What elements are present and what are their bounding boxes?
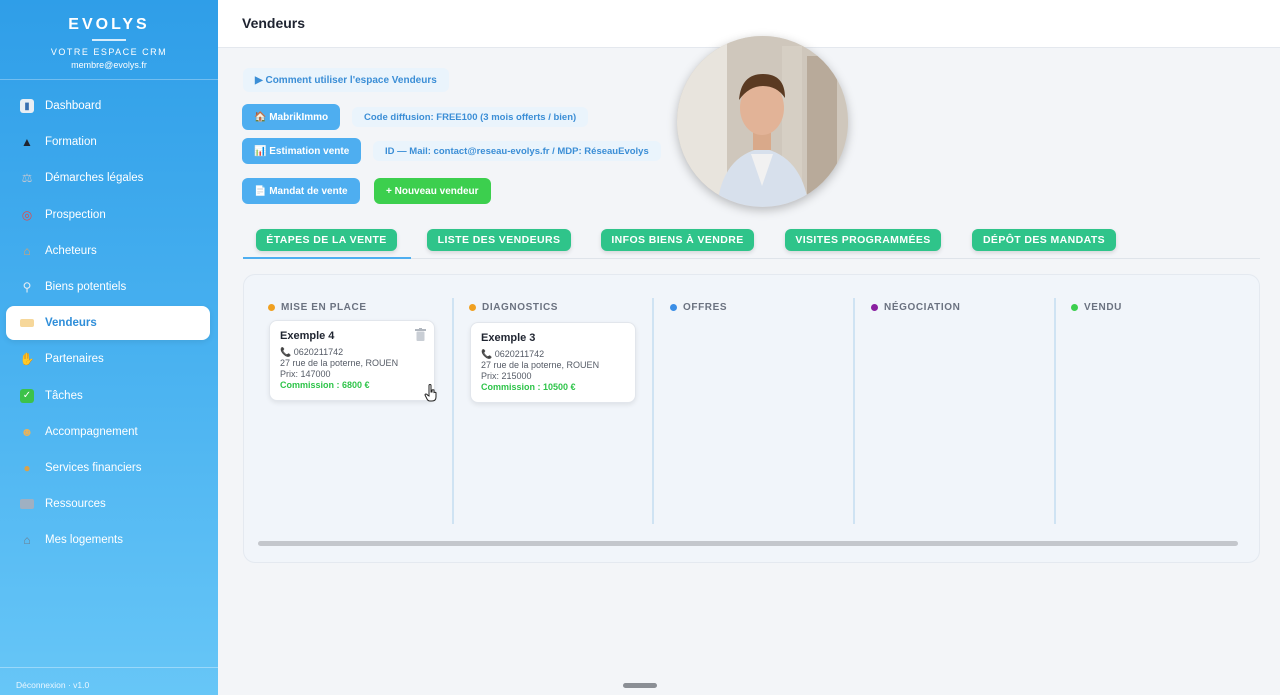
tab-infos-biens[interactable]: INFOS BIENS À VENDRE [601,229,754,251]
sidebar-item-label: Accompagnement [45,425,138,438]
mabrikimmo-info: Code diffusion: FREE100 (3 mois offerts … [352,107,589,127]
houses-icon: ⌂ [23,533,31,548]
sidebar-item-label: Démarches légales [45,172,144,185]
sidebar-item-mes-logements[interactable]: ⌂ Mes logements [6,523,210,557]
sidebar-item-label: Ressources [45,498,106,511]
mabrikimmo-button[interactable]: 🏠 MabrikImmo [242,104,341,130]
magnifier-icon: ⚲ [22,279,32,294]
column-vendu: VENDU [1046,298,1246,524]
card-phone: 📞 0620211742 [481,349,545,359]
new-seller-button[interactable]: + Nouveau vendeur [374,178,491,204]
horizontal-scrollbar[interactable] [258,541,1238,546]
tab-visites-programmees[interactable]: VISITES PROGRAMMÉES [785,229,941,251]
sidebar-item-label: Formation [45,136,97,149]
mandat-button[interactable]: 📄 Mandat de vente [242,178,360,204]
card-address: 27 rue de la poterne, ROUEN [481,360,600,370]
card-title: Exemple 3 [481,332,536,344]
sidebar-item-vendeurs[interactable]: Vendeurs [6,306,210,341]
sidebar-item-ressources[interactable]: Ressources [6,487,210,521]
hand-cursor-icon [424,384,437,402]
sidebar-item-label: Biens potentiels [45,280,127,293]
home-indicator [623,683,657,688]
sidebar-item-label: Prospection [45,208,106,221]
graduation-cap-icon: ▲ [21,135,33,150]
column-title: DIAGNOSTICS [482,301,559,313]
user-email: membre@evolys.fr [71,60,147,70]
brand-title: EVOLYS [68,16,150,33]
card-phone: 📞 0620211742 [280,347,344,357]
sidebar-item-label: Vendeurs [45,317,97,330]
sidebar-nav: ▮ Dashboard ▲ Formation ⚖ Démarches léga… [0,80,218,557]
status-dot [871,303,878,311]
brand-divider [92,39,126,41]
brand-block: EVOLYS VOTRE ESPACE CRM membre@evolys.fr [0,0,218,80]
card-price: Prix: 147000 [280,369,331,379]
sidebar-item-label: Partenaires [45,353,104,366]
card-commission: Commission : 10500 € [481,382,576,392]
active-tab-indicator [243,257,411,259]
card-price: Prix: 215000 [481,371,532,381]
check-icon: ✓ [20,388,34,403]
folder-icon [20,499,34,510]
sidebar-item-demarches[interactable]: ⚖ Démarches légales [6,161,210,195]
sidebar-item-label: Services financiers [45,461,142,474]
status-dot [1071,303,1078,311]
tab-depot-mandats[interactable]: DÉPÔT DES MANDATS [972,229,1116,251]
seller-card[interactable]: Exemple 3 📞 0620211742 27 rue de la pote… [470,322,636,403]
column-title: NÉGOCIATION [884,301,961,313]
seller-card[interactable]: Exemple 4 📞 0620211742 27 rue de la pote… [269,320,435,401]
sidebar-item-prospection[interactable]: ◎ Prospection [6,198,210,232]
status-dot [670,303,677,311]
column-offres: OFFRES [645,298,845,524]
sidebar-item-formation[interactable]: ▲ Formation [6,125,210,159]
sidebar-item-label: Acheteurs [45,244,97,257]
sidebar-item-services-financiers[interactable]: ● Services financiers [6,451,210,485]
sidebar-item-biens-potentiels[interactable]: ⚲ Biens potentiels [6,270,210,304]
card-commission: Commission : 6800 € [280,380,370,390]
handshake-icon: ✋ [19,352,35,367]
brand-subtitle: VOTRE ESPACE CRM [50,47,168,57]
column-title: OFFRES [683,301,728,313]
sidebar-item-partenaires[interactable]: ✋ Partenaires [6,342,210,376]
sidebar-item-acheteurs[interactable]: ⌂ Acheteurs [6,234,210,268]
status-dot [268,303,275,311]
logout-link[interactable]: Déconnexion · v1.0 [0,667,218,695]
status-dot [469,303,476,311]
column-negociation: NÉGOCIATION [846,298,1046,524]
column-title: VENDU [1084,301,1123,313]
sidebar-item-accompagnement[interactable]: ☻ Accompagnement [6,415,210,449]
card-title: Exemple 4 [280,330,335,342]
people-icon: ☻ [20,424,34,439]
sidebar-item-label: Mes logements [45,534,123,547]
tag-icon [20,319,34,328]
target-icon: ◎ [21,207,33,222]
sidebar: EVOLYS VOTRE ESPACE CRM membre@evolys.fr… [0,0,218,695]
estimation-button[interactable]: 📊 Estimation vente [242,138,362,164]
scales-icon: ⚖ [21,171,33,186]
card-address: 27 rue de la poterne, ROUEN [280,358,399,368]
sidebar-item-dashboard[interactable]: ▮ Dashboard [6,89,210,123]
video-avatar [677,36,848,207]
sidebar-item-label: Tâches [45,389,83,402]
trash-icon[interactable] [415,328,426,341]
house-icon: ⌂ [23,243,31,258]
sidebar-item-taches[interactable]: ✓ Tâches [6,379,210,413]
column-title: MISE EN PLACE [281,301,367,313]
estimation-info: ID — Mail: contact@reseau-evolys.fr / MD… [373,141,661,161]
help-link[interactable]: ▶ Comment utiliser l'espace Vendeurs [243,68,449,92]
page-title: Vendeurs [242,15,306,31]
tab-etapes-vente[interactable]: ÉTAPES DE LA VENTE [256,229,397,251]
chart-icon: ▮ [20,99,34,113]
tab-liste-vendeurs[interactable]: LISTE DES VENDEURS [427,229,571,251]
presenter-image [677,36,848,207]
money-bag-icon: ● [23,460,31,475]
sidebar-item-label: Dashboard [45,100,102,112]
